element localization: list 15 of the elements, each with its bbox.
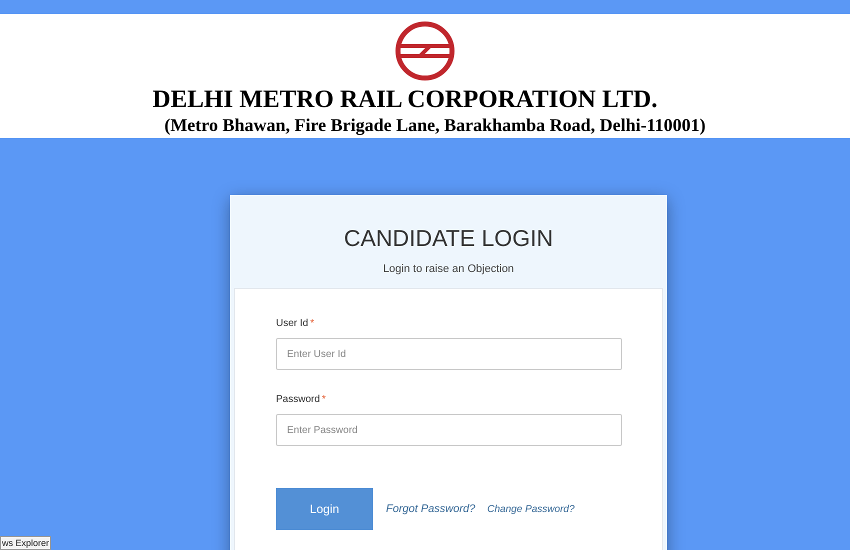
field-label: User Id bbox=[276, 317, 308, 331]
forgot-password-link[interactable]: Forgot Password? bbox=[386, 500, 476, 518]
login-title: CANDIDATE LOGIN bbox=[344, 225, 554, 251]
login-button[interactable]: Login bbox=[276, 488, 373, 530]
user-id-field[interactable]: Enter User Id bbox=[276, 338, 622, 370]
required-mark: * bbox=[310, 317, 314, 331]
required-mark: * bbox=[322, 393, 326, 407]
login-subtitle: Login to raise an Objection bbox=[383, 262, 514, 277]
metro-logo-icon bbox=[394, 20, 456, 82]
status-tooltip: ws Explorer bbox=[0, 536, 52, 550]
password-field[interactable]: Enter Password bbox=[276, 414, 622, 446]
field-label: Password bbox=[276, 393, 320, 407]
change-password-link[interactable]: Change Password? bbox=[487, 502, 575, 516]
organization-address: (Metro Bhawan, Fire Brigade Lane, Barakhamba Road, Delhi-110001) bbox=[164, 114, 706, 136]
organization-title: DELHI METRO RAIL CORPORATION LTD. bbox=[152, 86, 658, 114]
